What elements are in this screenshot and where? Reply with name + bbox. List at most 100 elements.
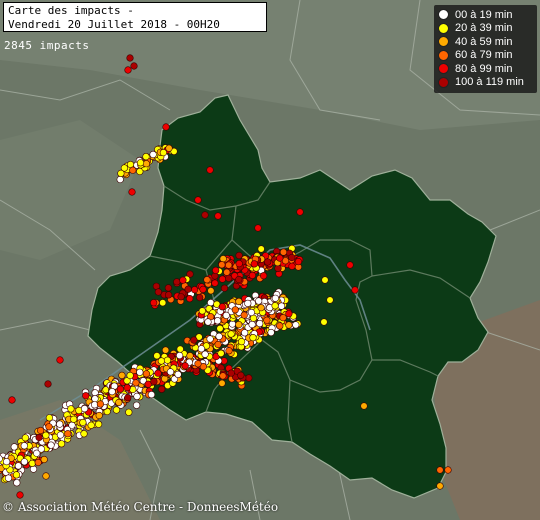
strike-dot: [351, 286, 359, 294]
strike-dot: [126, 54, 134, 62]
strike-dot: [150, 378, 158, 386]
strike-dot: [296, 208, 304, 216]
strike-dot: [257, 304, 265, 312]
strike-dot: [263, 316, 271, 324]
legend-item: 40 à 59 min: [438, 35, 533, 49]
strike-dot: [231, 306, 239, 314]
strike-dot: [360, 402, 368, 410]
strike-dot: [162, 123, 170, 131]
strike-dot: [94, 420, 103, 428]
map-title-box: Carte des impacts - Vendredi 20 Juillet …: [3, 2, 267, 32]
strike-dot: [250, 260, 258, 268]
strike-dot: [142, 153, 150, 161]
strike-dot: [218, 303, 226, 311]
strike-dot: [218, 379, 226, 387]
strike-dot: [199, 285, 207, 294]
strike-dot: [218, 275, 226, 283]
credit-text: © Association Météo Centre - DonneesMété…: [2, 500, 279, 514]
strike-dot: [218, 261, 226, 269]
strike-dot: [128, 188, 136, 196]
strike-dot: [238, 338, 246, 346]
strike-dot: [444, 466, 452, 474]
strike-dot: [82, 392, 90, 400]
legend-item: 80 à 99 min: [438, 62, 533, 76]
strike-dot: [57, 440, 66, 448]
strike-dot: [271, 294, 280, 302]
strike-dot: [149, 150, 157, 159]
strike-dot: [288, 253, 296, 262]
strike-dot: [87, 421, 95, 429]
strike-dot: [56, 420, 64, 428]
strike-dot: [285, 321, 293, 329]
strike-dot: [133, 401, 141, 409]
strike-dot: [247, 308, 255, 317]
strike-dot: [248, 320, 256, 329]
strike-dot: [176, 351, 184, 360]
strike-dot: [254, 224, 262, 232]
legend-dot-icon: [438, 76, 449, 88]
strike-dot: [159, 299, 167, 307]
strike-dot: [249, 334, 257, 342]
legend-dot-icon: [438, 63, 449, 75]
strike-dot: [56, 356, 64, 364]
legend-item: 60 à 79 min: [438, 49, 533, 63]
strike-dot: [36, 426, 45, 435]
strike-dot: [21, 434, 30, 442]
strike-dot: [112, 406, 121, 414]
strike-dot: [96, 400, 104, 408]
strike-dot: [257, 245, 265, 253]
strike-dot: [165, 291, 173, 299]
strike-dot: [204, 318, 212, 326]
legend: 00 à 19 min 20 à 39 min 40 à 59 min 60 à…: [434, 5, 537, 93]
legend-label: 40 à 59 min: [455, 35, 513, 48]
strike-dot: [2, 458, 11, 466]
map-title: Carte des impacts -: [8, 4, 134, 17]
legend-label: 80 à 99 min: [455, 62, 513, 75]
strike-dot: [222, 311, 230, 320]
strike-dot: [45, 423, 53, 431]
strike-dot: [133, 392, 141, 401]
legend-label: 100 à 119 min: [455, 76, 524, 89]
strike-dot: [95, 411, 103, 420]
strike-dot: [267, 328, 275, 337]
strike-dot: [190, 336, 198, 344]
strike-dot: [194, 360, 202, 368]
legend-dot-icon: [438, 49, 449, 61]
strike-dot: [165, 144, 173, 152]
strike-dot: [115, 398, 123, 407]
strike-dot: [279, 248, 288, 256]
strike-dot: [264, 258, 272, 266]
strike-dot: [118, 371, 126, 380]
strike-dot: [288, 262, 296, 270]
strike-dot: [130, 62, 138, 70]
strike-dot: [116, 175, 124, 184]
strike-dot: [237, 371, 245, 379]
strike-dot: [203, 276, 211, 284]
strike-dot: [320, 318, 328, 326]
strike-dot: [154, 288, 162, 296]
strike-dot: [116, 385, 124, 393]
strike-dot: [153, 352, 161, 360]
strike-dot: [108, 388, 116, 396]
strike-dot: [227, 369, 235, 377]
strike-dot: [277, 302, 286, 310]
strike-dot: [245, 374, 253, 382]
strike-dot: [223, 268, 231, 276]
strike-dot: [12, 471, 21, 479]
strike-dot: [147, 391, 156, 399]
strike-dot: [186, 352, 194, 360]
strike-dot: [40, 455, 48, 464]
strike-dot: [67, 405, 75, 413]
strike-dot: [80, 430, 88, 438]
strike-dot: [186, 295, 194, 303]
strike-dot: [214, 212, 222, 220]
strike-dot: [132, 379, 140, 387]
strike-dot: [173, 278, 181, 286]
strike-dot: [235, 321, 243, 329]
strike-dot: [163, 356, 172, 364]
strike-dot: [276, 322, 284, 330]
strike-dot: [174, 370, 182, 379]
strike-dot: [219, 372, 227, 380]
legend-dot-icon: [438, 9, 449, 21]
strike-dot: [198, 307, 206, 315]
